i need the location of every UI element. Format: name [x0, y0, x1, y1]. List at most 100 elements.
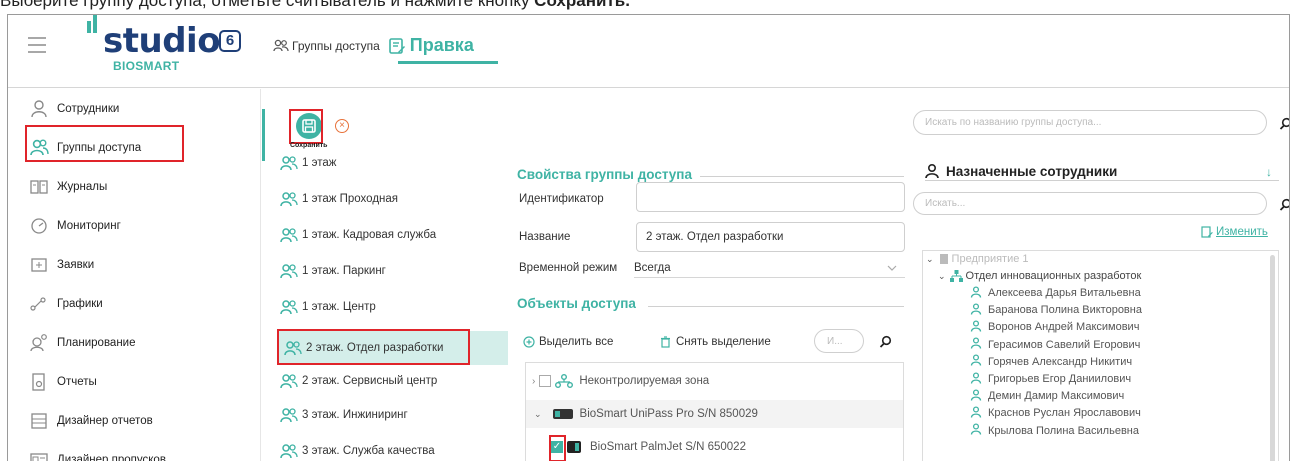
divider — [648, 306, 904, 307]
sidebar-item-3[interactable]: Мониторинг — [8, 206, 260, 245]
close-icon: × — [339, 120, 345, 131]
group-item[interactable]: 1 этаж Проходная — [280, 187, 398, 211]
staff-search-input[interactable]: Искать... — [913, 192, 1267, 215]
sidebar-item-4[interactable]: Заявки — [8, 245, 260, 284]
trash-icon — [661, 336, 670, 348]
schedule-icon — [29, 294, 49, 314]
tree-row-uncontrolled[interactable]: › Неконтролируемая зона — [532, 374, 709, 388]
sidebar-item-2[interactable]: Журналы — [8, 167, 260, 206]
report-icon — [29, 372, 49, 392]
person-icon — [29, 99, 49, 119]
tree-row-unipass[interactable]: ⌄ BioSmart UniPass Pro S/N 850029 — [526, 400, 903, 428]
person-icon — [970, 303, 982, 318]
department-row[interactable]: ⌄ Отдел инновационных разработок — [938, 270, 1141, 282]
person-icon — [970, 354, 982, 369]
assigned-title: Назначенные сотрудники — [924, 163, 1117, 179]
search-icon[interactable] — [878, 334, 892, 348]
id-field[interactable] — [636, 182, 905, 212]
highlight-selected-group — [277, 329, 470, 365]
logo-sub: BIOSMART — [113, 59, 180, 73]
group-search-input[interactable]: Искать по названию группы доступа... — [913, 110, 1267, 135]
group-item[interactable]: 3 этаж. Служба качества — [280, 439, 435, 461]
checkbox[interactable] — [539, 375, 552, 387]
staff-row[interactable]: Демин Дамир Максимович — [970, 388, 1124, 404]
tab-edit[interactable]: Правка — [388, 35, 474, 56]
instruction-main: Выберите группу доступа, отметьте считыв… — [0, 0, 535, 10]
staff-name: Алексеева Дарья Витальевна — [988, 287, 1141, 299]
tab-edit-label: Правка — [409, 35, 474, 55]
select-all-button[interactable]: Выделить все — [523, 336, 613, 348]
person-icon — [970, 389, 982, 404]
group-label: 1 этаж — [302, 157, 337, 169]
group-icon — [280, 298, 298, 316]
staff-row[interactable]: Крылова Полина Васильевна — [970, 423, 1139, 439]
properties-title: Свойства группы доступа — [517, 167, 692, 182]
device-icon — [567, 441, 581, 453]
edit-icon — [388, 37, 405, 54]
sidebar-item-0[interactable]: Сотрудники — [8, 89, 260, 128]
highlight-checkbox — [549, 435, 566, 461]
sidebar-item-6[interactable]: Планирование — [8, 323, 260, 362]
staff-row[interactable]: Воронов Андрей Максимович — [970, 319, 1139, 335]
name-field[interactable]: 2 этаж. Отдел разработки — [636, 222, 905, 252]
sidebar-item-label: Журналы — [57, 180, 108, 193]
building-icon — [939, 254, 948, 264]
app-header: studio 6 BIOSMART Группы доступа Правка — [8, 15, 1289, 88]
staff-row[interactable]: Баранова Полина Викторовна — [970, 302, 1142, 318]
staff-row[interactable]: Григорьев Егор Даниилович — [970, 371, 1131, 387]
instruction-text: Выберите группу доступа, отметьте считыв… — [0, 0, 630, 13]
sidebar-item-label: Заявки — [57, 258, 95, 271]
deselect-button[interactable]: Снять выделение — [660, 336, 771, 348]
download-icon[interactable]: ↓ — [1266, 165, 1272, 179]
journal-icon — [29, 177, 49, 197]
search-icon[interactable] — [1278, 116, 1289, 130]
tab-access-groups[interactable]: Группы доступа — [273, 39, 380, 53]
app-window: studio 6 BIOSMART Группы доступа Правка … — [7, 14, 1290, 461]
scrollbar[interactable] — [1270, 255, 1275, 461]
staff-name: Краснов Руслан Ярославович — [988, 407, 1141, 420]
person-icon — [970, 320, 982, 335]
group-item[interactable]: 1 этаж. Паркинг — [280, 259, 386, 283]
org-row[interactable]: ⌄ Предприятие 1 — [926, 253, 1029, 265]
mode-select[interactable]: Всегда — [634, 258, 905, 278]
sidebar-item-9[interactable]: Дизайнер пропусков — [8, 440, 260, 461]
group-label: 1 этаж. Центр — [302, 301, 376, 313]
group-label: 1 этаж. Кадровая служба — [302, 229, 437, 241]
planning-icon — [29, 333, 49, 353]
group-item[interactable]: 1 этаж — [280, 151, 336, 175]
staff-name: Демин Дамир Максимович — [988, 390, 1125, 403]
logo: studio 6 BIOSMART — [87, 15, 247, 77]
person-icon — [970, 406, 982, 421]
staff-row[interactable]: Горячев Александр Никитич — [970, 354, 1132, 370]
cancel-button[interactable]: × — [335, 119, 349, 133]
divider — [700, 176, 904, 177]
change-link[interactable]: Изменить — [1201, 226, 1268, 238]
staff-row[interactable]: Герасимов Савелий Егорович — [970, 337, 1140, 353]
menu-icon[interactable] — [28, 37, 46, 53]
edit-icon — [1201, 226, 1213, 238]
staff-name: Горячев Александр Никитич — [988, 355, 1133, 368]
objects-search-input[interactable]: И... — [814, 329, 864, 353]
group-icon — [280, 190, 298, 208]
group-icon — [280, 262, 298, 280]
deselect-label: Снять выделение — [676, 336, 771, 348]
sidebar-item-7[interactable]: Отчеты — [8, 362, 260, 401]
tree-row-palmjet[interactable]: ✓ BioSmart PalmJet S/N 650022 — [551, 440, 746, 454]
staff-name: Герасимов Савелий Егорович — [988, 338, 1141, 351]
search-icon[interactable] — [1278, 197, 1289, 211]
sidebar-item-label: Мониторинг — [57, 219, 121, 232]
mode-label: Временной режим — [519, 262, 618, 274]
tree-label: BioSmart UniPass Pro S/N 850029 — [579, 408, 758, 420]
group-item[interactable]: 3 этаж. Инжиниринг — [280, 403, 408, 427]
group-item[interactable]: 1 этаж. Кадровая служба — [280, 223, 436, 247]
group-item[interactable]: 1 этаж. Центр — [280, 295, 376, 319]
sidebar-item-8[interactable]: Дизайнер отчетов — [8, 401, 260, 440]
network-icon — [555, 374, 574, 388]
staff-row[interactable]: Алексеева Дарья Витальевна — [970, 285, 1141, 301]
sidebar-item-5[interactable]: Графики — [8, 284, 260, 323]
staff-row[interactable]: Краснов Руслан Ярославович — [970, 405, 1141, 421]
group-label: 3 этаж. Служба качества — [302, 445, 435, 457]
id-label: Идентификатор — [519, 193, 604, 205]
group-item[interactable]: 2 этаж. Сервисный центр — [280, 369, 437, 393]
active-tab-underline — [398, 61, 498, 64]
